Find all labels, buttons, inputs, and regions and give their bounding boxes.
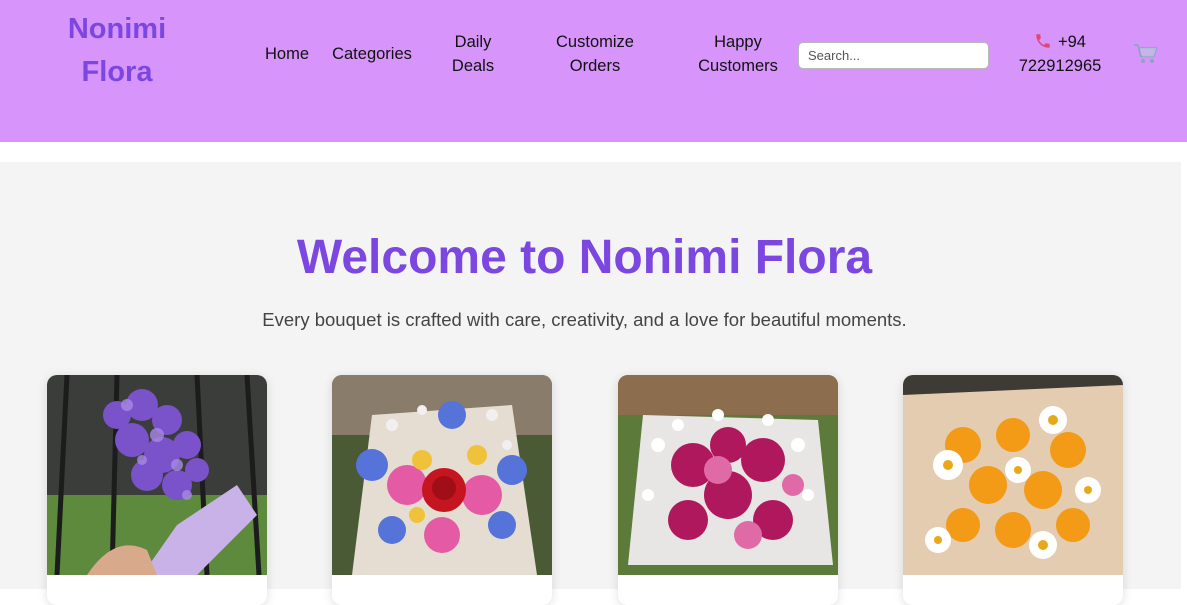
- nav-customize-label-2: Orders: [569, 57, 621, 75]
- product-card[interactable]: [332, 375, 552, 605]
- product-image-yellow-bouquet: [903, 375, 1123, 575]
- nav-categories[interactable]: Categories: [330, 30, 414, 66]
- search-input[interactable]: [798, 42, 989, 69]
- product-card[interactable]: [903, 375, 1123, 605]
- nav-happy-label-2: Customers: [698, 57, 778, 75]
- nav-home[interactable]: Home: [262, 30, 312, 66]
- product-image-rose-bouquet: [332, 375, 552, 575]
- site-header: Nonimi Flora Home Categories Daily Deals…: [0, 0, 1187, 142]
- product-card[interactable]: [618, 375, 838, 605]
- phone-line-1: +94: [1058, 33, 1086, 51]
- product-image-magenta-bouquet: [618, 375, 838, 575]
- nav-home-label: Home: [264, 45, 309, 63]
- nav-happy-label-1: Happy: [714, 33, 762, 51]
- hero-section: Welcome to Nonimi Flora Every bouquet is…: [0, 162, 1181, 605]
- product-image-purple-bouquet: [47, 375, 267, 575]
- nav-happy-customers[interactable]: Happy Customers: [694, 30, 782, 78]
- hero-subtitle: Every bouquet is crafted with care, crea…: [262, 309, 907, 330]
- brand-name-line1: Nonimi: [67, 13, 167, 45]
- brand-logo[interactable]: Nonimi Flora: [52, 8, 182, 94]
- cart-icon[interactable]: [1133, 42, 1159, 66]
- nav-customize-orders[interactable]: Customize Orders: [550, 30, 640, 78]
- nav-customize-label-1: Customize: [556, 33, 634, 51]
- brand-name-line2: Flora: [81, 56, 153, 88]
- nav-categories-label: Categories: [332, 45, 412, 63]
- product-card[interactable]: [47, 375, 267, 605]
- phone-line-2: 722912965: [1018, 57, 1102, 75]
- nav-daily-deals[interactable]: Daily Deals: [443, 30, 503, 78]
- hero-title: Welcome to Nonimi Flora: [296, 231, 873, 284]
- phone-icon: [1036, 34, 1050, 48]
- nav-daily-deals-label-2: Deals: [451, 57, 495, 75]
- contact-phone[interactable]: +94 722912965: [1012, 30, 1108, 78]
- nav-daily-deals-label-1: Daily: [454, 33, 492, 51]
